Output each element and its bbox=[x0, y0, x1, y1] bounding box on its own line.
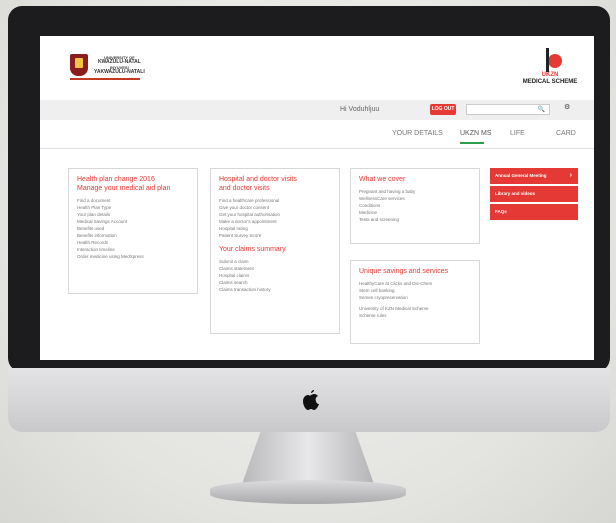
caduceus-icon bbox=[538, 48, 562, 72]
list-item[interactable]: Submit a claim bbox=[219, 258, 331, 265]
tab-life[interactable]: LIFE bbox=[510, 130, 525, 137]
medical-scheme-logo[interactable]: UKZN MEDICAL SCHEME bbox=[520, 48, 580, 86]
search-input[interactable]: 🔍 bbox=[466, 104, 550, 115]
plan-card: Health plan change 2016 Manage your medi… bbox=[68, 168, 198, 294]
tab-ukzn-ms[interactable]: UKZN MS bbox=[460, 130, 492, 137]
hospital-title-1[interactable]: Hospital and doctor visits bbox=[219, 175, 331, 184]
logo-medical-scheme: MEDICAL SCHEME bbox=[522, 79, 578, 85]
list-item[interactable]: Give your doctor consent bbox=[219, 204, 331, 211]
active-tab-indicator bbox=[460, 142, 484, 144]
agm-label: Annual General Meeting bbox=[495, 173, 547, 178]
top-bar: Hi Voduhljuu LOG OUT 🔍 ⚙ bbox=[40, 100, 594, 120]
settings-icon[interactable]: ⚙ bbox=[564, 103, 570, 111]
hospital-title-2[interactable]: and doctor visits bbox=[219, 184, 331, 193]
university-logo[interactable]: UNIVERSITY OF KWAZULU-NATAL INYUVESI YAK… bbox=[70, 54, 145, 80]
search-icon[interactable]: 🔍 bbox=[538, 106, 545, 114]
header-divider bbox=[40, 148, 594, 149]
hospital-card: Hospital and doctor visits and doctor vi… bbox=[210, 168, 340, 334]
list-item[interactable]: Health Plan Type bbox=[77, 204, 189, 211]
list-item[interactable]: Hospital claims bbox=[219, 272, 331, 279]
cover-card: What we cover Pregnant and having a baby… bbox=[350, 168, 480, 244]
list-item[interactable]: University of KZN Medical Scheme bbox=[359, 305, 471, 312]
list-item[interactable]: Interaction timeline bbox=[77, 246, 189, 253]
uni-line4: YAKWAZULU-NATALI bbox=[94, 69, 145, 75]
list-item[interactable]: Claims transaction history bbox=[219, 286, 331, 293]
logout-button[interactable]: LOG OUT bbox=[430, 104, 456, 115]
list-item[interactable]: Benefits used bbox=[77, 225, 189, 232]
list-item[interactable]: Stem cell banking bbox=[359, 287, 471, 294]
list-item[interactable]: Make a doctor's appointment bbox=[219, 218, 331, 225]
list-item[interactable]: Hospital rating bbox=[219, 225, 331, 232]
cover-title[interactable]: What we cover bbox=[359, 175, 471, 184]
logo-swoosh bbox=[70, 78, 140, 80]
plan-title-1[interactable]: Health plan change 2016 bbox=[77, 175, 189, 184]
logo-ukzn: UKZN bbox=[541, 72, 559, 78]
monitor-bezel: UNIVERSITY OF KWAZULU-NATAL INYUVESI YAK… bbox=[8, 6, 610, 372]
tab-card[interactable]: CARD bbox=[556, 130, 576, 137]
faqs-label: FAQs bbox=[495, 209, 507, 214]
list-item[interactable]: HealthyCare at Clicks and Dis-Chem bbox=[359, 280, 471, 287]
list-item[interactable]: Find a healthcare professional bbox=[219, 197, 331, 204]
list-item[interactable]: Your plan details bbox=[77, 211, 189, 218]
claims-summary-title[interactable]: Your claims summary bbox=[219, 245, 331, 254]
list-item[interactable]: Medical Savings Account bbox=[77, 218, 189, 225]
quick-links: Annual General Meeting › Library and vide… bbox=[490, 168, 578, 222]
greeting-text: Hi Voduhljuu bbox=[340, 106, 380, 113]
list-item[interactable]: Pregnant and having a baby bbox=[359, 188, 471, 195]
savings-title[interactable]: Unique savings and services bbox=[359, 267, 471, 276]
apple-logo-icon bbox=[303, 390, 319, 410]
list-item[interactable]: Claims statement bbox=[219, 265, 331, 272]
agm-button[interactable]: Annual General Meeting › bbox=[490, 168, 578, 184]
browser-screen: UNIVERSITY OF KWAZULU-NATAL INYUVESI YAK… bbox=[40, 36, 594, 360]
list-item[interactable]: WellnessCare services bbox=[359, 195, 471, 202]
main-nav: YOUR DETAILS UKZN MS LIFE CARD bbox=[40, 126, 594, 144]
list-item[interactable]: Medicine bbox=[359, 209, 471, 216]
list-item[interactable]: Order medicine using MedXpress bbox=[77, 253, 189, 260]
list-item[interactable]: Scheme rules bbox=[359, 312, 471, 319]
library-label: Library and videos bbox=[495, 191, 536, 196]
list-item[interactable]: Semen cryopreservation bbox=[359, 294, 471, 301]
chevron-right-icon: › bbox=[569, 172, 572, 179]
library-button[interactable]: Library and videos bbox=[490, 186, 578, 202]
university-crest-icon bbox=[70, 54, 88, 76]
plan-title-2[interactable]: Manage your medical aid plan bbox=[77, 184, 189, 193]
faqs-button[interactable]: FAQs bbox=[490, 204, 578, 220]
monitor-stand bbox=[242, 432, 374, 484]
list-item[interactable]: Get your hospital authorisation bbox=[219, 211, 331, 218]
monitor-base bbox=[210, 480, 406, 504]
list-item[interactable]: Conditions bbox=[359, 202, 471, 209]
tab-your-details[interactable]: YOUR DETAILS bbox=[392, 130, 443, 137]
list-item[interactable]: Claims search bbox=[219, 279, 331, 286]
list-item[interactable]: Tests and screening bbox=[359, 216, 471, 223]
list-item[interactable]: Benefits information bbox=[77, 232, 189, 239]
list-item[interactable]: Patient Survey Score bbox=[219, 232, 331, 239]
list-item[interactable]: Find a document bbox=[77, 197, 189, 204]
list-item[interactable]: Health Records bbox=[77, 239, 189, 246]
savings-card: Unique savings and services HealthyCare … bbox=[350, 260, 480, 344]
